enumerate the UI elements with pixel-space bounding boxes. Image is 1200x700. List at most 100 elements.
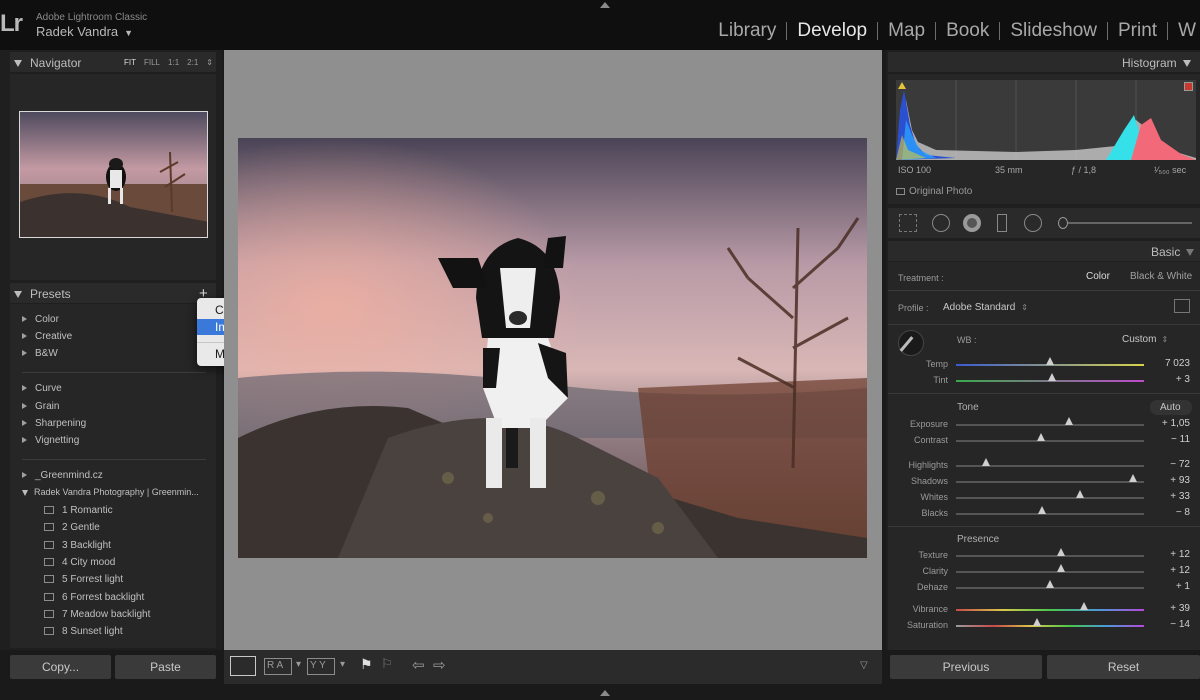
- slider-thumb-exposure[interactable]: [1064, 417, 1073, 425]
- slider-thumb-contrast[interactable]: [1036, 433, 1045, 441]
- preset-item[interactable]: 7 Meadow backlight: [44, 609, 150, 620]
- copy-settings-button[interactable]: Copy...: [10, 655, 111, 679]
- preset-item[interactable]: 8 Sunset light: [44, 626, 123, 637]
- slider-thumb-shadows[interactable]: [1128, 474, 1137, 482]
- highlight-clipping-warning-icon[interactable]: [1184, 82, 1193, 91]
- navigator-title[interactable]: Navigator: [14, 56, 81, 70]
- arrow-left-icon[interactable]: ⇦: [412, 656, 425, 674]
- slider-thumb-tint[interactable]: [1047, 373, 1056, 381]
- slider-thumb-blacks[interactable]: [1038, 506, 1047, 514]
- zoom-stepper-icon[interactable]: ⇕: [206, 58, 213, 67]
- reset-button[interactable]: Reset: [1047, 655, 1200, 679]
- preset-item[interactable]: 4 City mood: [44, 557, 115, 568]
- slider-track-vibrance[interactable]: [956, 609, 1144, 611]
- slider-track-exposure[interactable]: [956, 424, 1144, 426]
- preset-item[interactable]: 1 Romantic: [44, 505, 113, 516]
- zoom-fit[interactable]: FIT: [124, 58, 136, 67]
- slider-track-texture[interactable]: [956, 555, 1144, 557]
- treatment-color-option[interactable]: Color: [1086, 271, 1110, 282]
- preset-group-grain[interactable]: Grain: [22, 401, 59, 412]
- collapse-top-arrow-icon[interactable]: [600, 2, 610, 8]
- slider-track-saturation[interactable]: [956, 625, 1144, 627]
- navigator-thumbnail[interactable]: [19, 111, 208, 238]
- slider-track-contrast[interactable]: [956, 440, 1144, 442]
- slider-value-saturation[interactable]: − 14: [1150, 619, 1190, 630]
- adjustment-brush-icon[interactable]: [1058, 217, 1068, 229]
- slider-track-clarity[interactable]: [956, 571, 1144, 573]
- slider-value-exposure[interactable]: + 1,05: [1150, 418, 1190, 429]
- slider-value-tint[interactable]: + 3: [1150, 374, 1190, 385]
- preset-group-greenmind[interactable]: _Greenmind.cz: [22, 470, 103, 481]
- main-photo[interactable]: [238, 138, 867, 558]
- slider-thumb-clarity[interactable]: [1057, 564, 1066, 572]
- slider-value-whites[interactable]: + 33: [1150, 491, 1190, 502]
- slider-value-texture[interactable]: + 12: [1150, 549, 1190, 560]
- preset-group-creative[interactable]: Creative: [22, 331, 72, 342]
- slider-thumb-dehaze[interactable]: [1046, 580, 1054, 588]
- slider-thumb-saturation[interactable]: [1032, 618, 1041, 626]
- module-library[interactable]: Library: [708, 20, 786, 42]
- preset-item[interactable]: 3 Backlight: [44, 540, 111, 551]
- module-web[interactable]: W: [1168, 20, 1200, 42]
- slider-thumb-vibrance[interactable]: [1079, 602, 1088, 610]
- histogram-title[interactable]: Histogram: [1122, 56, 1191, 70]
- preset-item[interactable]: 2 Gentle: [44, 522, 100, 533]
- slider-value-clarity[interactable]: + 12: [1150, 565, 1190, 576]
- slider-value-blacks[interactable]: − 8: [1150, 507, 1190, 518]
- module-print[interactable]: Print: [1108, 20, 1167, 42]
- white-balance-picker-icon[interactable]: [898, 330, 924, 356]
- module-develop[interactable]: Develop: [787, 20, 877, 42]
- module-book[interactable]: Book: [936, 20, 999, 42]
- user-identity-plate[interactable]: Radek Vandra ▼: [36, 24, 133, 39]
- shadow-clipping-warning-icon[interactable]: [898, 82, 906, 89]
- crop-tool-icon[interactable]: [899, 214, 917, 232]
- chevron-down-icon[interactable]: ▾: [340, 659, 345, 670]
- slider-value-highlights[interactable]: − 72: [1150, 459, 1190, 470]
- radial-filter-tool-icon[interactable]: [1024, 214, 1042, 232]
- slider-value-shadows[interactable]: + 93: [1150, 475, 1190, 486]
- preset-item[interactable]: 5 Forrest light: [44, 574, 123, 585]
- slider-track-blacks[interactable]: [956, 513, 1144, 515]
- slider-track-shadows[interactable]: [956, 481, 1144, 483]
- graduated-filter-tool-icon[interactable]: [997, 214, 1007, 232]
- profile-dropdown[interactable]: Adobe Standard ⇕: [943, 302, 1028, 313]
- red-eye-tool-icon[interactable]: [963, 214, 981, 232]
- slider-thumb-whites[interactable]: [1076, 490, 1085, 498]
- preset-group-color[interactable]: Color: [22, 314, 59, 325]
- original-photo-toggle[interactable]: Original Photo: [896, 186, 972, 197]
- preset-group-sharpening[interactable]: Sharpening: [22, 418, 86, 429]
- previous-settings-button[interactable]: Previous: [890, 655, 1042, 679]
- slider-thumb-temp[interactable]: [1046, 357, 1054, 365]
- slider-value-dehaze[interactable]: + 1: [1150, 581, 1190, 592]
- profile-browser-grid-icon[interactable]: [1174, 299, 1190, 313]
- view-mode-loupe-button[interactable]: [230, 656, 256, 676]
- preset-group-bw[interactable]: B&W: [22, 348, 58, 359]
- expand-filmstrip-arrow-icon[interactable]: [600, 690, 610, 696]
- histogram-graph[interactable]: [896, 80, 1196, 160]
- wb-dropdown[interactable]: Custom ⇕: [1122, 334, 1168, 345]
- treatment-bw-option[interactable]: Black & White: [1130, 271, 1192, 282]
- chevron-down-icon[interactable]: ▾: [296, 659, 301, 670]
- toolbar-options-chevron-icon[interactable]: ▽: [860, 660, 868, 671]
- preset-group-vignetting[interactable]: Vignetting: [22, 435, 79, 446]
- preset-group-curve[interactable]: Curve: [22, 383, 62, 394]
- slider-thumb-highlights[interactable]: [982, 458, 991, 466]
- zoom-fill[interactable]: FILL: [144, 58, 160, 67]
- reject-flag-icon[interactable]: ⚐: [381, 656, 393, 672]
- arrow-right-icon[interactable]: ⇨: [433, 656, 446, 674]
- adjustment-brush-slider[interactable]: [1058, 222, 1192, 224]
- spot-removal-tool-icon[interactable]: [932, 214, 950, 232]
- slider-value-vibrance[interactable]: + 39: [1150, 603, 1190, 614]
- zoom-1-1[interactable]: 1:1: [168, 58, 179, 67]
- module-slideshow[interactable]: Slideshow: [1000, 20, 1107, 42]
- slider-value-contrast[interactable]: − 11: [1150, 434, 1190, 445]
- zoom-2-1[interactable]: 2:1: [187, 58, 198, 67]
- flag-icon[interactable]: ⚑: [360, 656, 373, 673]
- module-map[interactable]: Map: [878, 20, 935, 42]
- slider-track-whites[interactable]: [956, 497, 1144, 499]
- slider-value-temp[interactable]: 7 023: [1150, 358, 1190, 369]
- slider-thumb-texture[interactable]: [1057, 548, 1066, 556]
- preset-item[interactable]: 6 Forrest backlight: [44, 592, 144, 603]
- paste-settings-button[interactable]: Paste: [115, 655, 216, 679]
- basic-title[interactable]: Basic: [1151, 245, 1195, 259]
